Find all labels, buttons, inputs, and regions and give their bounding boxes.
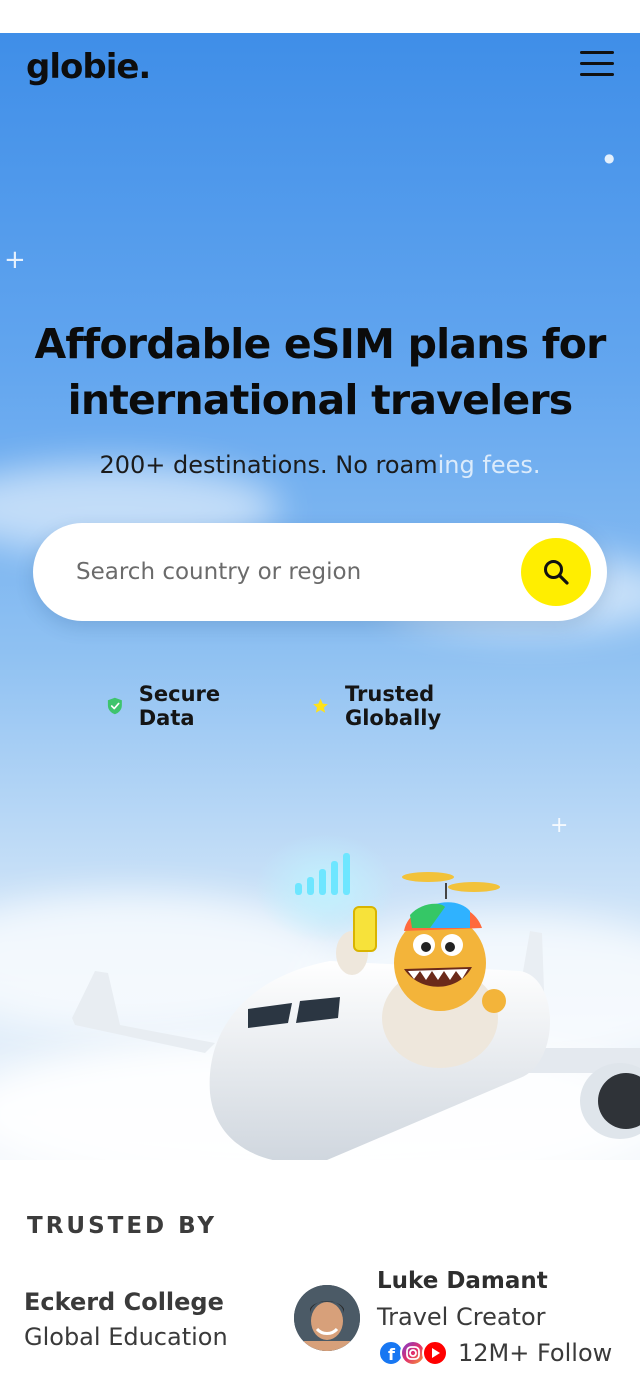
hero-subheadline: 200+ destinations. No roaming fees. — [0, 451, 640, 479]
trusted-by-heading: TRUSTED BY — [27, 1213, 218, 1239]
menu-line — [580, 62, 614, 65]
subhead-text-faded: ing fees. — [437, 451, 541, 479]
menu-line — [580, 51, 614, 54]
subhead-text: 200+ destinations. No roam — [99, 451, 438, 479]
search-icon — [544, 560, 569, 585]
creator-photo — [294, 1285, 360, 1351]
youtube-icon[interactable] — [422, 1340, 448, 1366]
badge-trusted-globally: Trusted Globally — [312, 682, 454, 730]
college-tagline: Global Education — [24, 1323, 228, 1351]
badge-label: Trusted Globally — [345, 682, 442, 730]
headline-line-2: international travelers — [67, 376, 574, 424]
menu-line — [580, 73, 614, 76]
search-bar — [33, 523, 607, 621]
search-input[interactable] — [76, 553, 496, 591]
shield-check-icon — [107, 697, 122, 715]
trusted-partner-college: Eckerd College Global Education — [24, 1285, 228, 1355]
airplane-mascot-illustration — [0, 803, 640, 1160]
logo[interactable]: globie. — [26, 47, 151, 87]
airplane-illustration — [72, 833, 640, 1160]
svg-text:f: f — [388, 1345, 396, 1364]
sparkle-icon: ● — [604, 151, 615, 165]
follower-count: 12M+ Follow — [458, 1339, 613, 1367]
sparkle-icon: + — [4, 245, 26, 275]
creator-name: Luke Damant — [377, 1268, 548, 1294]
avatar — [294, 1285, 360, 1351]
hamburger-menu-icon[interactable] — [580, 51, 614, 81]
college-name: Eckerd College — [24, 1288, 224, 1316]
headline-line-1: Affordable eSIM plans for — [34, 320, 606, 368]
search-button[interactable] — [521, 538, 591, 606]
star-icon — [313, 698, 328, 713]
badge-secure-data: Secure Data — [106, 682, 230, 730]
top-bar: globie. — [0, 33, 640, 105]
hero-section: + ● + globie. Affordable eSIM plans for … — [0, 33, 640, 1160]
creator-role: Travel Creator — [377, 1303, 546, 1331]
page: + ● + globie. Affordable eSIM plans for … — [0, 0, 640, 1386]
creator-social: f 12M+ Follow — [378, 1338, 612, 1368]
badge-label: Secure Data — [138, 682, 221, 730]
hero-headline: Affordable eSIM plans for international … — [0, 316, 640, 428]
